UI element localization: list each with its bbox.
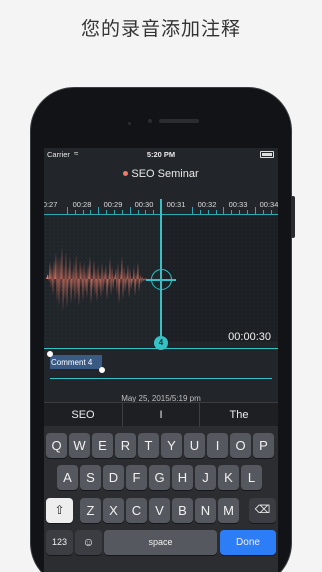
app-screen: Carrier ≈ 5:20 PM SEO Seminar 00:27 00:2… (44, 148, 278, 572)
tick-label: 00:34 (259, 200, 278, 209)
key-q[interactable]: Q (46, 433, 67, 458)
suggestion-bar: SEO I The (44, 402, 278, 427)
key-r[interactable]: R (115, 433, 136, 458)
key-p[interactable]: P (253, 433, 274, 458)
ruler-tick (106, 210, 107, 214)
key-j[interactable]: J (195, 465, 216, 490)
keyboard: SEO I The Q W E R T Y U I O P A S D F G … (44, 402, 278, 572)
key-u[interactable]: U (184, 433, 205, 458)
tick-label: 00:30 (134, 200, 154, 209)
ruler-tick (83, 210, 84, 214)
ruler-tick (114, 210, 115, 214)
promo-caption: 您的录音添加注释 (80, 18, 241, 40)
key-i[interactable]: I (207, 433, 228, 458)
tick-label: 00:33 (228, 200, 248, 209)
tick-label: 00:27 (44, 200, 58, 209)
ruler-tick (90, 210, 91, 214)
tick-label: 00:31 (166, 200, 186, 209)
ruler-tick (208, 210, 209, 214)
waveform-area[interactable]: 4 00:00:30 (44, 199, 278, 350)
ruler-tick (75, 210, 76, 214)
space-key[interactable]: space (104, 530, 217, 555)
ruler-tick (98, 207, 99, 214)
ruler-tick (216, 210, 217, 214)
ruler-tick (67, 207, 68, 214)
marker-divider (44, 348, 278, 349)
tick-label: 00:32 (197, 200, 217, 209)
key-t[interactable]: T (138, 433, 159, 458)
recording-title-row[interactable]: SEO Seminar (44, 168, 278, 180)
key-f[interactable]: F (126, 465, 147, 490)
suggestion-item[interactable]: I (122, 403, 200, 427)
comment-underline (50, 378, 272, 379)
selection-start-handle[interactable] (47, 351, 53, 357)
key-y[interactable]: Y (161, 433, 182, 458)
tick-label: 00:28 (72, 200, 92, 209)
key-a[interactable]: A (57, 465, 78, 490)
ruler-tick (145, 210, 146, 214)
battery-icon (260, 151, 274, 158)
comment-input[interactable] (50, 355, 102, 369)
ruler-tick (122, 210, 123, 214)
ruler-tick (239, 210, 240, 214)
key-z[interactable]: Z (80, 498, 101, 523)
key-b[interactable]: B (172, 498, 193, 523)
ruler-tick (231, 210, 232, 214)
ruler-tick (247, 210, 248, 214)
key-x[interactable]: X (103, 498, 124, 523)
key-d[interactable]: D (103, 465, 124, 490)
suggestion-item[interactable]: SEO (44, 403, 122, 427)
status-time: 5:20 PM (146, 150, 176, 159)
key-g[interactable]: G (149, 465, 170, 490)
power-button (291, 196, 295, 238)
camera (148, 119, 152, 123)
key-l[interactable]: L (241, 465, 262, 490)
selection-end-handle[interactable] (99, 367, 105, 373)
key-o[interactable]: O (230, 433, 251, 458)
recording-dot-icon (123, 170, 129, 176)
key-n[interactable]: N (195, 498, 216, 523)
key-c[interactable]: C (126, 498, 147, 523)
ruler-tick (271, 210, 272, 214)
ruler-tick (130, 207, 131, 214)
ruler-tick (223, 207, 224, 214)
delete-icon[interactable]: ⌫ (249, 498, 276, 523)
key-e[interactable]: E (92, 433, 113, 458)
numbers-key[interactable]: 123 (46, 530, 73, 555)
earpiece-speaker (159, 119, 199, 123)
key-k[interactable]: K (218, 465, 239, 490)
key-v[interactable]: V (149, 498, 170, 523)
comment-row[interactable] (47, 351, 272, 379)
key-m[interactable]: M (218, 498, 239, 523)
key-w[interactable]: W (69, 433, 90, 458)
ruler-tick (153, 210, 154, 214)
ruler-tick (263, 210, 264, 214)
ruler-tick (192, 207, 193, 214)
ruler-tick (138, 210, 139, 214)
status-bar: Carrier ≈ 5:20 PM (44, 148, 278, 162)
emoji-icon[interactable]: ☺ (75, 530, 102, 555)
front-camera (128, 122, 131, 125)
ruler-tick (255, 207, 256, 214)
suggestion-item[interactable]: The (200, 403, 278, 427)
shift-icon[interactable]: ⇧ (46, 498, 73, 523)
recording-title: SEO Seminar (131, 168, 199, 180)
ruler-tick (200, 210, 201, 214)
key-h[interactable]: H (172, 465, 193, 490)
done-button[interactable]: Done (220, 530, 276, 555)
duration-readout: 00:00:30 (228, 331, 271, 343)
playhead-crosshair-icon[interactable] (146, 269, 176, 290)
tick-label: 00:29 (103, 200, 123, 209)
key-s[interactable]: S (80, 465, 101, 490)
